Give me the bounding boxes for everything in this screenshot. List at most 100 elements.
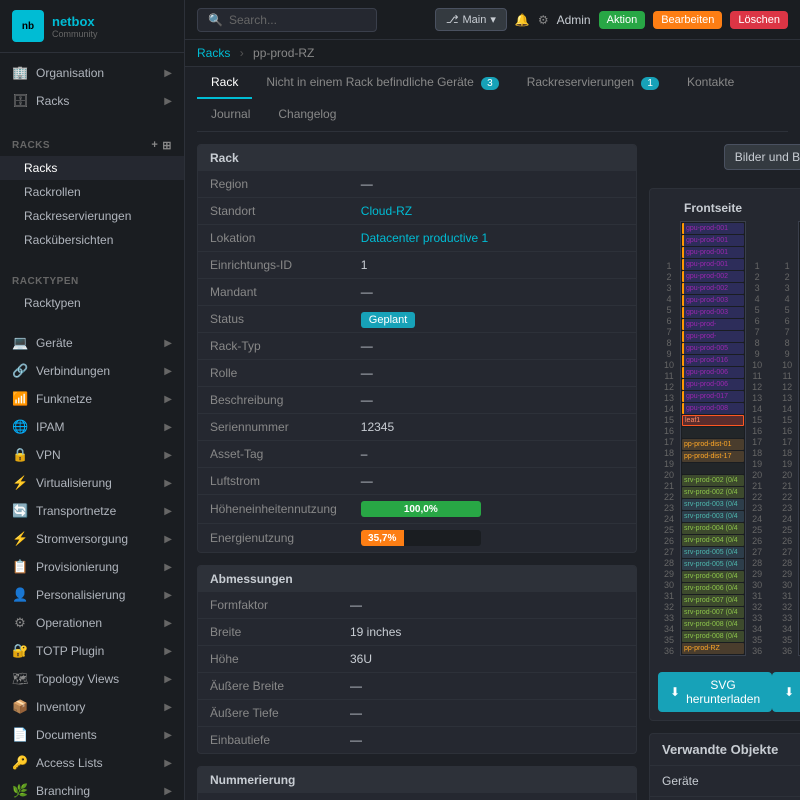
front-slot-u7[interactable]: gpu-prod-003 bbox=[682, 295, 744, 306]
branch-button[interactable]: ⎇ Main ▾ bbox=[435, 8, 507, 31]
rack-num-front-r-30: 30 bbox=[746, 579, 768, 590]
front-slot-u25[interactable]: srv-prod-003 (0/4 bbox=[682, 511, 744, 522]
sidebar-item-totp[interactable]: 🔐TOTP Plugin ▶ bbox=[0, 637, 184, 665]
lokation-link[interactable]: Datacenter productive 1 bbox=[361, 231, 488, 245]
front-slot-u33[interactable]: srv-prod-007 (0/4 bbox=[682, 607, 744, 618]
sidebar-item-operationen[interactable]: ⚙Operationen ▶ bbox=[0, 609, 184, 637]
front-slot-u8[interactable]: gpu-prod-003 bbox=[682, 307, 744, 318]
front-slot-u34[interactable]: srv-prod-008 (0/4 bbox=[682, 619, 744, 630]
front-slot-u22[interactable]: srv-prod-002 (0/4 bbox=[682, 475, 744, 486]
sidebar-item-rackrollen[interactable]: Rackrollen bbox=[0, 180, 184, 204]
action-button[interactable]: Aktion bbox=[599, 11, 646, 29]
rack-options-icon[interactable]: ⊞ bbox=[162, 139, 172, 152]
tab-nicht-in-rack[interactable]: Nicht in einem Rack befindliche Geräte 3 bbox=[252, 67, 512, 99]
front-slot-u18[interactable] bbox=[682, 427, 744, 438]
svg-download-front[interactable]: ⬇ SVG herunterladen bbox=[658, 672, 772, 712]
rack-num-back-27: 27 bbox=[776, 546, 798, 557]
field-rolle: Rolle— bbox=[198, 360, 636, 387]
svg-download-back[interactable]: ⬇ SVG herunterladen bbox=[772, 672, 800, 712]
images-dropdown-button[interactable]: Bilder und Beschriftungen ▾ bbox=[724, 144, 800, 170]
front-slot-u1[interactable]: gpu-prod-001 bbox=[682, 223, 744, 234]
bell-icon[interactable]: 🔔 bbox=[515, 13, 530, 27]
front-slot-u21[interactable] bbox=[682, 463, 744, 474]
tab-rack[interactable]: Rack bbox=[197, 67, 252, 99]
sidebar-item-personalisierung[interactable]: 👤Personalisierung ▶ bbox=[0, 581, 184, 609]
sidebar-item-documents[interactable]: 📄Documents ▶ bbox=[0, 721, 184, 749]
front-slot-u3[interactable]: gpu-prod-001 bbox=[682, 247, 744, 258]
front-slot-u16[interactable]: gpu-prod-008 bbox=[682, 403, 744, 414]
settings-icon[interactable]: ⚙ bbox=[538, 13, 549, 27]
abmessungen-header: Abmessungen bbox=[198, 566, 636, 592]
front-slot-u28[interactable]: srv-prod-005 (0/4 bbox=[682, 547, 744, 558]
add-rack-icon[interactable]: + bbox=[151, 139, 158, 152]
front-slot-u4[interactable]: gpu-prod-001 bbox=[682, 259, 744, 270]
front-slot-u2[interactable]: gpu-prod-001 bbox=[682, 235, 744, 246]
front-slot-u30[interactable]: srv-prod-006 (0/4 bbox=[682, 571, 744, 582]
sidebar-item-racks-top[interactable]: 🗄 Racks ▶ bbox=[0, 87, 184, 115]
sidebar-item-racktypen[interactable]: Racktypen bbox=[0, 291, 184, 315]
related-geraete[interactable]: Geräte 23 bbox=[650, 766, 800, 797]
tab-changelog[interactable]: Changelog bbox=[264, 99, 350, 131]
vpn-icon: 🔒 bbox=[12, 447, 28, 463]
rack-num-front-17: 17 bbox=[658, 436, 680, 447]
search-input[interactable] bbox=[229, 13, 369, 27]
sidebar-item-inventory[interactable]: 📦Inventory ▶ bbox=[0, 693, 184, 721]
front-slot-u9[interactable]: gpu-prod- bbox=[682, 319, 744, 330]
content-row: Rack Region— StandortCloud-RZ LokationDa… bbox=[197, 144, 788, 800]
front-slot-u5[interactable]: gpu-prod-002 bbox=[682, 271, 744, 282]
breadcrumb-link[interactable]: Racks bbox=[197, 46, 230, 60]
front-slot-u36[interactable]: pp-prod-RZ bbox=[682, 643, 744, 654]
front-slot-u6[interactable]: gpu-prod-002 bbox=[682, 283, 744, 294]
front-slot-u24[interactable]: srv-prod-003 (0/4 bbox=[682, 499, 744, 510]
sidebar-item-branching[interactable]: 🌿Branching ▶ bbox=[0, 777, 184, 800]
front-slot-u29[interactable]: srv-prod-005 (0/4 bbox=[682, 559, 744, 570]
front-slot-u14[interactable]: gpu-prod-006 bbox=[682, 379, 744, 390]
sidebar-item-racks[interactable]: Racks bbox=[0, 156, 184, 180]
front-slot-u17[interactable]: leaf1 bbox=[682, 415, 744, 426]
rack-num-front-23: 23 bbox=[658, 502, 680, 513]
field-luftstrom: Luftstrom— bbox=[198, 468, 636, 495]
sidebar-item-vpn[interactable]: 🔒VPN ▶ bbox=[0, 441, 184, 469]
sidebar-item-ipam[interactable]: 🌐IPAM ▶ bbox=[0, 413, 184, 441]
rack-num-back-18: 18 bbox=[776, 447, 798, 458]
sidebar-item-transportnetze[interactable]: 🔄Transportnetze ▶ bbox=[0, 497, 184, 525]
rack-num-front-10: 10 bbox=[658, 359, 680, 370]
sidebar-item-access-lists[interactable]: 🔑Access Lists ▶ bbox=[0, 749, 184, 777]
front-slot-u13[interactable]: gpu-prod-006 bbox=[682, 367, 744, 378]
edit-button[interactable]: Bearbeiten bbox=[653, 11, 722, 29]
sidebar-item-stromversorgung[interactable]: ⚡Stromversorgung ▶ bbox=[0, 525, 184, 553]
front-slot-u27[interactable]: srv-prod-004 (0/4 bbox=[682, 535, 744, 546]
standort-link[interactable]: Cloud-RZ bbox=[361, 204, 412, 218]
main: 🔍 ⎇ Main ▾ 🔔 ⚙ Admin Aktion Bearbeiten L… bbox=[185, 0, 800, 800]
front-slot-u19[interactable]: pp-prod-dist-01 bbox=[682, 439, 744, 450]
sidebar-item-rackoverview[interactable]: Rackübersichten bbox=[0, 228, 184, 252]
field-energie: Energienutzung 35,7% bbox=[198, 524, 636, 553]
sidebar-item-provisionierung[interactable]: 📋Provisionierung ▶ bbox=[0, 553, 184, 581]
sidebar-item-geraete[interactable]: 💻Geräte ▶ bbox=[0, 329, 184, 357]
front-slot-u23[interactable]: srv-prod-002 (0/4 bbox=[682, 487, 744, 498]
delete-button[interactable]: Löschen bbox=[730, 11, 788, 29]
rack-num-back-16: 16 bbox=[776, 425, 798, 436]
sidebar-item-virtualisierung[interactable]: ⚡Virtualisierung ▶ bbox=[0, 469, 184, 497]
sidebar-item-funknetze[interactable]: 📶Funknetze ▶ bbox=[0, 385, 184, 413]
rack-num-front-r-12: 12 bbox=[746, 381, 768, 392]
tab-rackreservierungen[interactable]: Rackreservierungen 1 bbox=[513, 67, 673, 99]
tab-kontakte[interactable]: Kontakte bbox=[673, 67, 748, 99]
sidebar-item-organisation[interactable]: 🏢 Organisation ▶ bbox=[0, 59, 184, 87]
front-slot-u10[interactable]: gpu-prod- bbox=[682, 331, 744, 342]
rack-num-front-28: 28 bbox=[658, 557, 680, 568]
sidebar-item-verbindungen[interactable]: 🔗Verbindungen ▶ bbox=[0, 357, 184, 385]
front-slot-u11[interactable]: gpu-prod-005 bbox=[682, 343, 744, 354]
front-slot-u26[interactable]: srv-prod-004 (0/4 bbox=[682, 523, 744, 534]
front-slot-u15[interactable]: gpu-prod-017 bbox=[682, 391, 744, 402]
sidebar-item-topology[interactable]: 🗺Topology Views ▶ bbox=[0, 665, 184, 693]
front-slot-u31[interactable]: srv-prod-006 (0/4 bbox=[682, 583, 744, 594]
tab-journal[interactable]: Journal bbox=[197, 99, 264, 131]
front-slot-u20[interactable]: pp-prod-dist-17 bbox=[682, 451, 744, 462]
front-slot-u32[interactable]: srv-prod-007 (0/4 bbox=[682, 595, 744, 606]
front-slot-u12[interactable]: gpu-prod-016 bbox=[682, 355, 744, 366]
sidebar-item-rackreservierungen[interactable]: Rackreservierungen bbox=[0, 204, 184, 228]
search-box[interactable]: 🔍 bbox=[197, 8, 377, 32]
front-slot-u35[interactable]: srv-prod-008 (0/4 bbox=[682, 631, 744, 642]
field-lokation: LokationDatacenter productive 1 bbox=[198, 225, 636, 252]
